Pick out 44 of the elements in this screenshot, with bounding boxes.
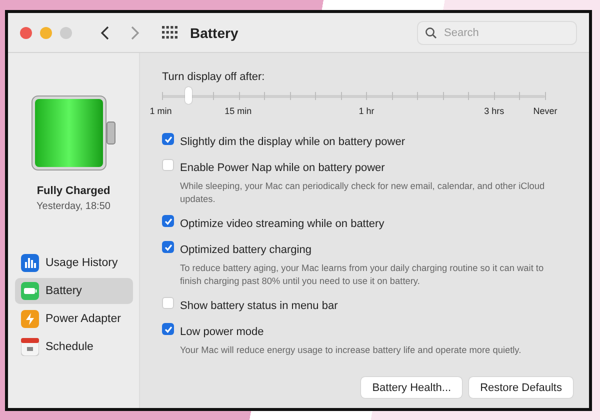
option-label: Show battery status in menu bar	[180, 300, 338, 312]
tick-label: 1 hr	[358, 106, 374, 116]
option-label: Slightly dim the display while on battery power	[180, 136, 406, 148]
battery-icon	[30, 95, 116, 171]
sidebar-item[interactable]: Battery	[14, 278, 132, 304]
checkbox[interactable]	[162, 297, 174, 309]
checkbox[interactable]	[162, 159, 174, 171]
battery-icon	[20, 282, 38, 300]
checkbox[interactable]	[162, 215, 174, 227]
calendar-icon	[20, 338, 38, 356]
charge-status: Fully Charged	[36, 185, 110, 197]
battery-health-button[interactable]: Battery Health...	[361, 377, 462, 398]
tick-label: 1 min	[150, 106, 172, 116]
tick-label: 15 min	[224, 106, 252, 116]
option-label: Low power mode	[180, 326, 264, 338]
charge-time: Yesterday, 18:50	[36, 201, 110, 212]
search-icon	[425, 26, 437, 38]
option-description: While sleeping, your Mac can periodically check for new email, calendar, and other iCloud updates.	[180, 180, 546, 206]
tick-label: 3 hrs	[484, 106, 504, 116]
close-button[interactable]	[20, 26, 32, 38]
sidebar-item[interactable]: Power Adapter	[14, 306, 132, 332]
option-label: Enable Power Nap while on battery power	[180, 162, 385, 174]
forward-icon[interactable]	[130, 26, 140, 40]
option-description: Your Mac will reduce energy usage to increase battery life and operate more quietly.	[180, 344, 522, 357]
sidebar-item[interactable]: Schedule	[14, 334, 132, 360]
tick-label: Never	[533, 106, 558, 116]
search-field[interactable]: Search	[417, 20, 577, 44]
restore-defaults-button[interactable]: Restore Defaults	[469, 377, 573, 398]
grid-icon[interactable]	[162, 26, 178, 40]
slider-label: Turn display off after:	[162, 71, 266, 83]
option-label: Optimized battery charging	[180, 244, 312, 256]
checkbox[interactable]	[162, 241, 174, 253]
back-icon[interactable]	[100, 26, 110, 40]
option-description: To reduce battery aging, your Mac learns from your daily charging routine so it can wait to finish charging past 80% until you need to use it on battery.	[180, 262, 545, 288]
window-title: Battery	[190, 24, 238, 40]
bar-chart-icon	[20, 254, 38, 272]
lightning-icon	[20, 310, 38, 328]
checkbox[interactable]	[162, 133, 174, 145]
sidebar-item[interactable]: Usage History	[14, 250, 132, 276]
checkbox[interactable]	[162, 323, 174, 335]
slider-thumb[interactable]	[184, 87, 192, 104]
option-label: Optimize video streaming while on battery	[180, 218, 384, 230]
minimize-button[interactable]	[40, 26, 52, 38]
display-off-slider[interactable]	[162, 89, 545, 103]
